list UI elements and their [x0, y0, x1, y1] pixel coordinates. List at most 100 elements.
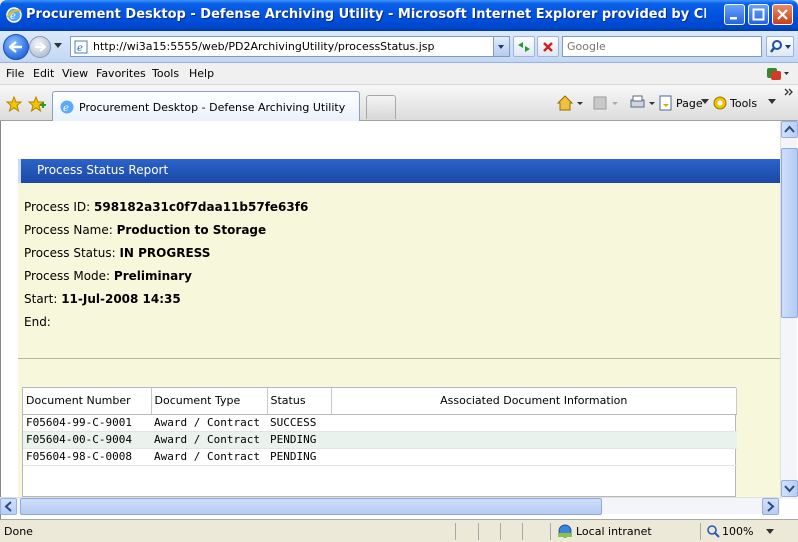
table-row[interactable]: F05604-99-C-9001 Award / Contract SUCCES…: [23, 414, 737, 432]
minimize-button[interactable]: [724, 4, 745, 25]
cell-document-type: Award / Contract: [151, 448, 267, 466]
menu-file[interactable]: File: [6, 67, 24, 80]
status-separator: [455, 523, 456, 540]
stop-button[interactable]: [537, 36, 559, 57]
chevron-down-icon: [784, 485, 795, 493]
cell-document-number: F05604-00-C-9004: [23, 431, 151, 449]
forward-arrow-icon: [35, 42, 46, 52]
internet-explorer-icon: e: [6, 7, 22, 23]
start-value: 11-Jul-2008 14:35: [61, 292, 181, 306]
column-header-document-number[interactable]: Document Number: [23, 388, 152, 415]
menu-tools[interactable]: Tools: [152, 67, 179, 80]
cell-associated-info: [331, 448, 737, 466]
maximize-icon: [752, 8, 765, 21]
process-name-label: Process Name:: [24, 223, 113, 237]
table-row[interactable]: F05604-00-C-9004 Award / Contract PENDIN…: [23, 431, 737, 449]
close-icon: [777, 9, 788, 20]
chevron-down-icon[interactable]: [766, 529, 774, 535]
section-divider: [18, 358, 780, 359]
cell-associated-info: [331, 414, 737, 432]
chevron-right-icon: [767, 501, 775, 512]
scroll-left-button[interactable]: [0, 498, 17, 515]
search-button[interactable]: [766, 36, 794, 57]
stop-icon: [543, 41, 553, 52]
menu-favorites[interactable]: Favorites: [96, 67, 146, 80]
status-text: Done: [4, 525, 33, 538]
cell-associated-info: [331, 431, 737, 449]
favorites-center-icon[interactable]: [6, 96, 22, 112]
horizontal-scrollbar[interactable]: [0, 497, 780, 515]
process-mode-label: Process Mode:: [24, 269, 111, 283]
refresh-icon: [518, 41, 530, 52]
column-header-document-type[interactable]: Document Type: [151, 388, 268, 415]
window-title: Procurement Desktop - Defense Archiving …: [26, 7, 706, 22]
report-title: Process Status Report: [37, 163, 169, 177]
search-input[interactable]: [563, 37, 743, 56]
table-row[interactable]: F05604-98-C-0008 Award / Contract PENDIN…: [23, 448, 737, 466]
menu-view[interactable]: View: [62, 67, 88, 80]
forward-button[interactable]: [29, 36, 51, 58]
process-id-value: 598182a31c0f7daa11b57fe63f6: [94, 200, 309, 214]
chevron-down-icon: [498, 45, 504, 49]
feeds-icon[interactable]: [592, 94, 622, 112]
address-dropdown-button[interactable]: [493, 37, 509, 56]
page-menu-button[interactable]: Page: [676, 97, 703, 110]
cell-status: PENDING: [267, 431, 331, 449]
add-favorite-icon[interactable]: [28, 96, 46, 112]
report-header: Process Status Report: [18, 159, 780, 183]
search-icon: [770, 40, 791, 53]
scroll-up-button[interactable]: [781, 121, 798, 138]
refresh-button[interactable]: [513, 36, 535, 57]
horizontal-scroll-thumb[interactable]: [20, 498, 602, 515]
end-line: End:: [24, 315, 51, 329]
search-box[interactable]: [562, 36, 762, 57]
vertical-scroll-thumb[interactable]: [781, 148, 798, 318]
toolbar-extension-icon[interactable]: [764, 66, 790, 82]
process-id-label: Process ID:: [24, 200, 91, 214]
menu-help[interactable]: Help: [189, 67, 214, 80]
scroll-down-button[interactable]: [781, 480, 798, 497]
status-bar: Done Local intranet 100%: [0, 519, 798, 542]
process-status-label: Process Status:: [24, 246, 116, 260]
cell-document-number: F05604-99-C-9001: [23, 414, 151, 432]
minimize-icon: [730, 17, 737, 20]
menu-edit[interactable]: Edit: [33, 67, 54, 80]
history-dropdown-icon[interactable]: [54, 43, 62, 49]
tools-menu-button[interactable]: Tools: [730, 97, 757, 110]
cell-document-type: Award / Contract: [151, 431, 267, 449]
home-icon[interactable]: [556, 94, 586, 112]
print-icon[interactable]: [628, 94, 658, 112]
process-mode-line: Process Mode: Preliminary: [24, 269, 192, 283]
maximize-button[interactable]: [748, 4, 769, 25]
title-bar[interactable]: e Procurement Desktop - Defense Archivin…: [0, 0, 798, 31]
status-separator: [522, 523, 523, 540]
close-window-button[interactable]: [772, 4, 793, 25]
address-toolbar: e http://wi3a15:5555/web/PD2ArchivingUti…: [0, 31, 798, 63]
scroll-right-button[interactable]: [762, 498, 779, 515]
documents-table-container: Document Number Document Type Status Ass…: [22, 387, 737, 497]
column-header-status[interactable]: Status: [267, 388, 332, 415]
new-tab-button[interactable]: [366, 95, 396, 119]
address-url: http://wi3a15:5555/web/PD2ArchivingUtili…: [93, 40, 435, 53]
zoom-icon: [707, 525, 720, 538]
column-header-associated-info[interactable]: Associated Document Information: [331, 388, 737, 415]
zoom-level[interactable]: 100%: [722, 525, 753, 538]
process-status-line: Process Status: IN PROGRESS: [24, 246, 210, 260]
svg-text:e: e: [77, 43, 83, 54]
start-line: Start: 11-Jul-2008 14:35: [24, 292, 181, 306]
page-menu-icon: [659, 95, 672, 111]
back-button[interactable]: [3, 34, 29, 60]
address-field[interactable]: e http://wi3a15:5555/web/PD2ArchivingUti…: [70, 36, 510, 57]
vertical-scrollbar[interactable]: [780, 121, 798, 499]
back-arrow-icon: [9, 41, 22, 53]
tab-active[interactable]: e Procurement Desktop - Defense Archivin…: [52, 91, 360, 121]
more-commands-icon[interactable]: [784, 88, 794, 96]
tab-label: Procurement Desktop - Defense Archiving …: [79, 101, 346, 114]
tab-page-icon: e: [60, 100, 74, 114]
security-zone[interactable]: Local intranet: [576, 525, 652, 538]
chevron-down-icon: [768, 99, 776, 104]
cell-status: PENDING: [267, 448, 331, 466]
status-separator: [700, 523, 701, 540]
table-header-row: Document Number Document Type Status Ass…: [23, 388, 737, 415]
gear-icon: [713, 96, 727, 110]
